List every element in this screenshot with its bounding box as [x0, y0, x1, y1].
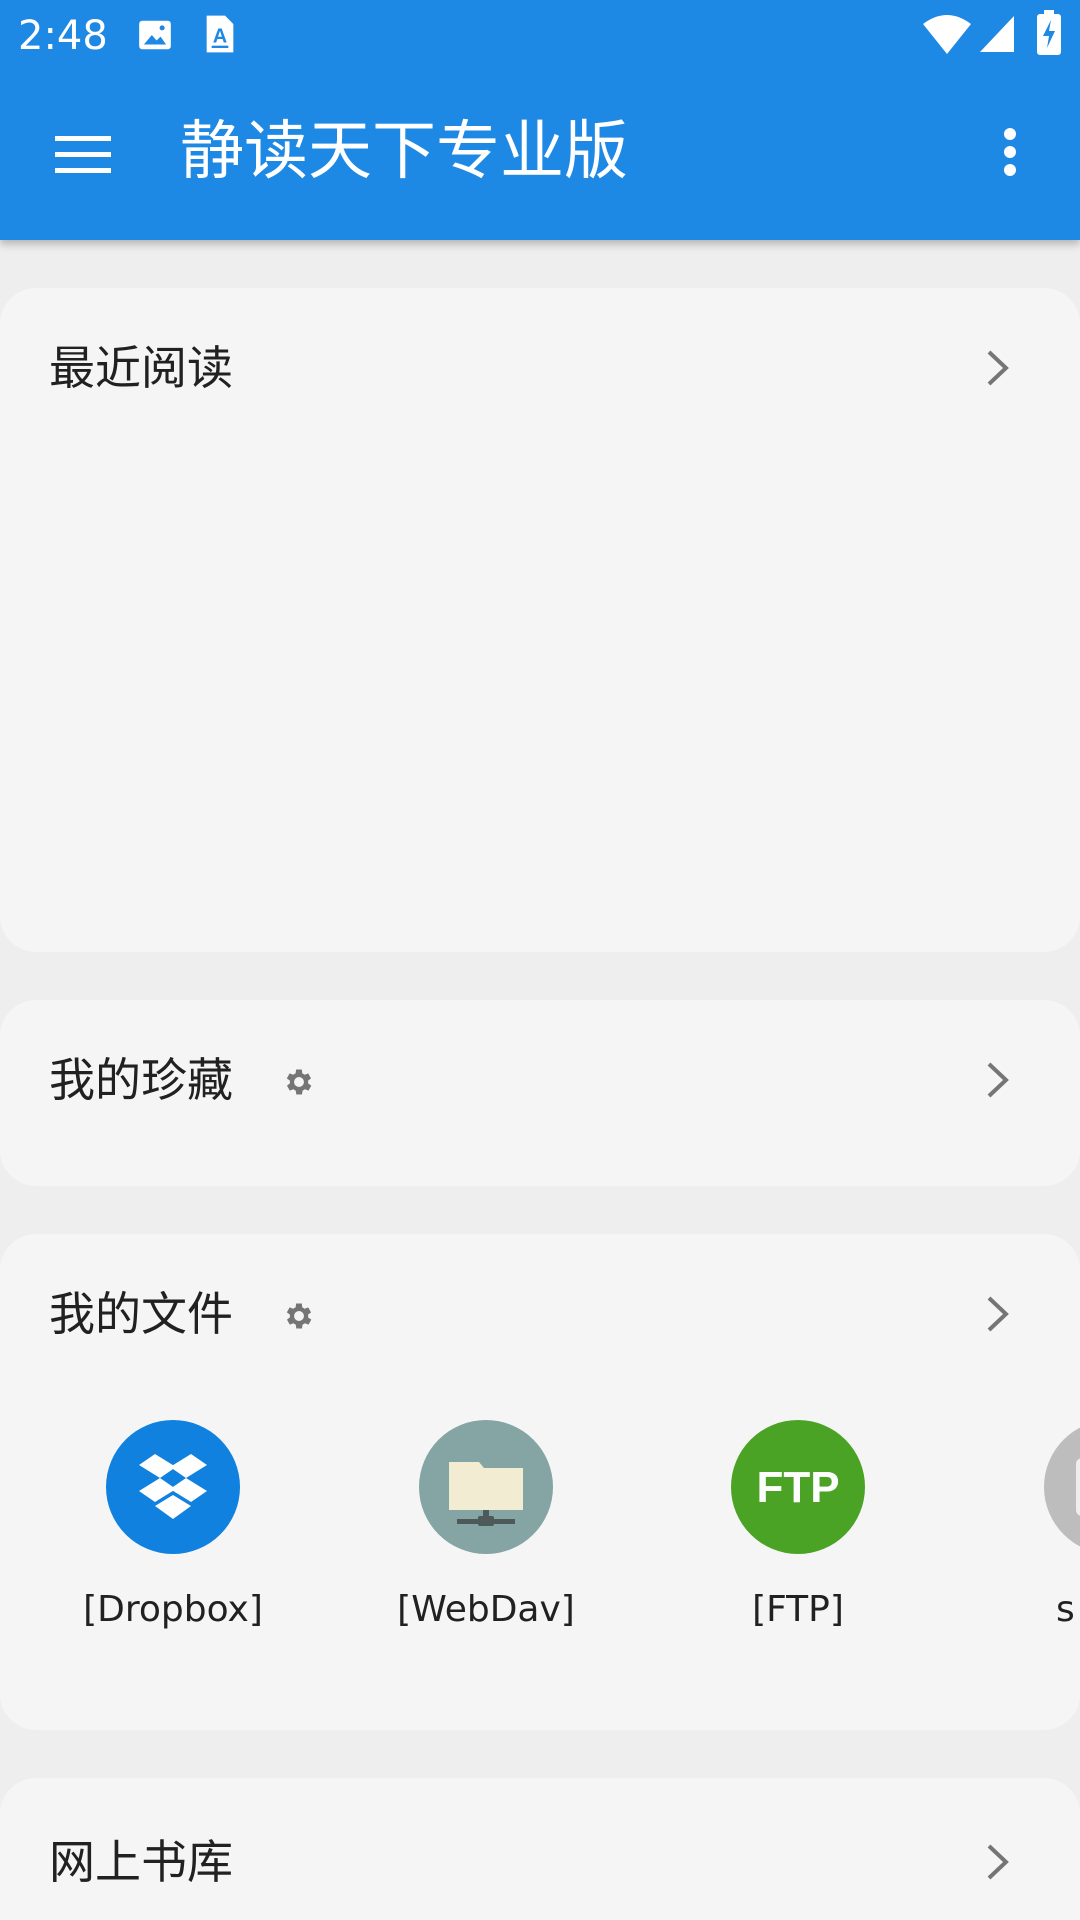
source-label: [Dropbox] [83, 1589, 263, 1630]
status-bar: 2:48 A [0, 0, 1080, 72]
text-a-icon: A [202, 14, 238, 58]
source-label: s [1056, 1589, 1075, 1630]
settings-gear-icon[interactable] [282, 1299, 316, 1333]
source-label: [FTP] [752, 1589, 844, 1630]
svg-text:FTP: FTP [756, 1463, 839, 1512]
my-files-header[interactable]: 我的文件 [0, 1234, 1080, 1394]
favorites-header[interactable]: 我的珍藏 [0, 1000, 1080, 1186]
section-title-recent: 最近阅读 [49, 341, 233, 395]
online-library-header[interactable]: 网上书库 [0, 1778, 1080, 1920]
recent-reading-card: 最近阅读 [0, 288, 1080, 952]
ftp-icon: FTP [731, 1420, 865, 1554]
navigation-drawer-button[interactable] [42, 116, 126, 188]
app-title: 静读天下专业版 [180, 115, 628, 189]
status-time: 2:48 [18, 13, 108, 59]
chevron-right-icon [987, 350, 1009, 386]
online-library-card: 网上书库 [0, 1778, 1080, 1920]
cellular-signal-icon [978, 14, 1016, 58]
chevron-right-icon [987, 1062, 1009, 1098]
source-ftp[interactable]: FTP [FTP] [648, 1420, 948, 1640]
recent-reading-header[interactable]: 最近阅读 [0, 288, 1080, 448]
battery-charging-icon [1036, 10, 1062, 60]
chevron-right-icon [987, 1296, 1009, 1332]
wifi-icon [922, 12, 972, 60]
favorites-card: 我的珍藏 [0, 1000, 1080, 1186]
more-vert-icon [1004, 128, 1016, 176]
my-files-card: 我的文件 [Dropbox] [WebDav] FTP [FTP] s [0, 1234, 1080, 1730]
section-title-library: 网上书库 [49, 1835, 233, 1889]
source-storage[interactable]: s [960, 1420, 1080, 1640]
storage-icon [1044, 1427, 1080, 1547]
overflow-menu-button[interactable] [980, 116, 1040, 188]
app-root: 2:48 A 静读天下专业版 最近阅读 我的珍藏 我的文件 [Dropbox] … [0, 0, 1080, 1920]
section-title-files: 我的文件 [49, 1287, 233, 1341]
source-webdav[interactable]: [WebDav] [336, 1420, 636, 1640]
dropbox-icon [106, 1420, 240, 1554]
app-bar: 2:48 A 静读天下专业版 [0, 0, 1080, 240]
section-title-favorite: 我的珍藏 [49, 1053, 233, 1107]
settings-gear-icon[interactable] [282, 1065, 316, 1099]
svg-text:A: A [213, 25, 227, 47]
chevron-right-icon [987, 1844, 1009, 1880]
source-dropbox[interactable]: [Dropbox] [23, 1420, 323, 1640]
toolbar: 静读天下专业版 [0, 72, 1080, 240]
webdav-icon [419, 1420, 553, 1554]
source-label: [WebDav] [397, 1589, 575, 1630]
hamburger-menu-icon [55, 136, 111, 173]
image-icon [136, 16, 174, 58]
